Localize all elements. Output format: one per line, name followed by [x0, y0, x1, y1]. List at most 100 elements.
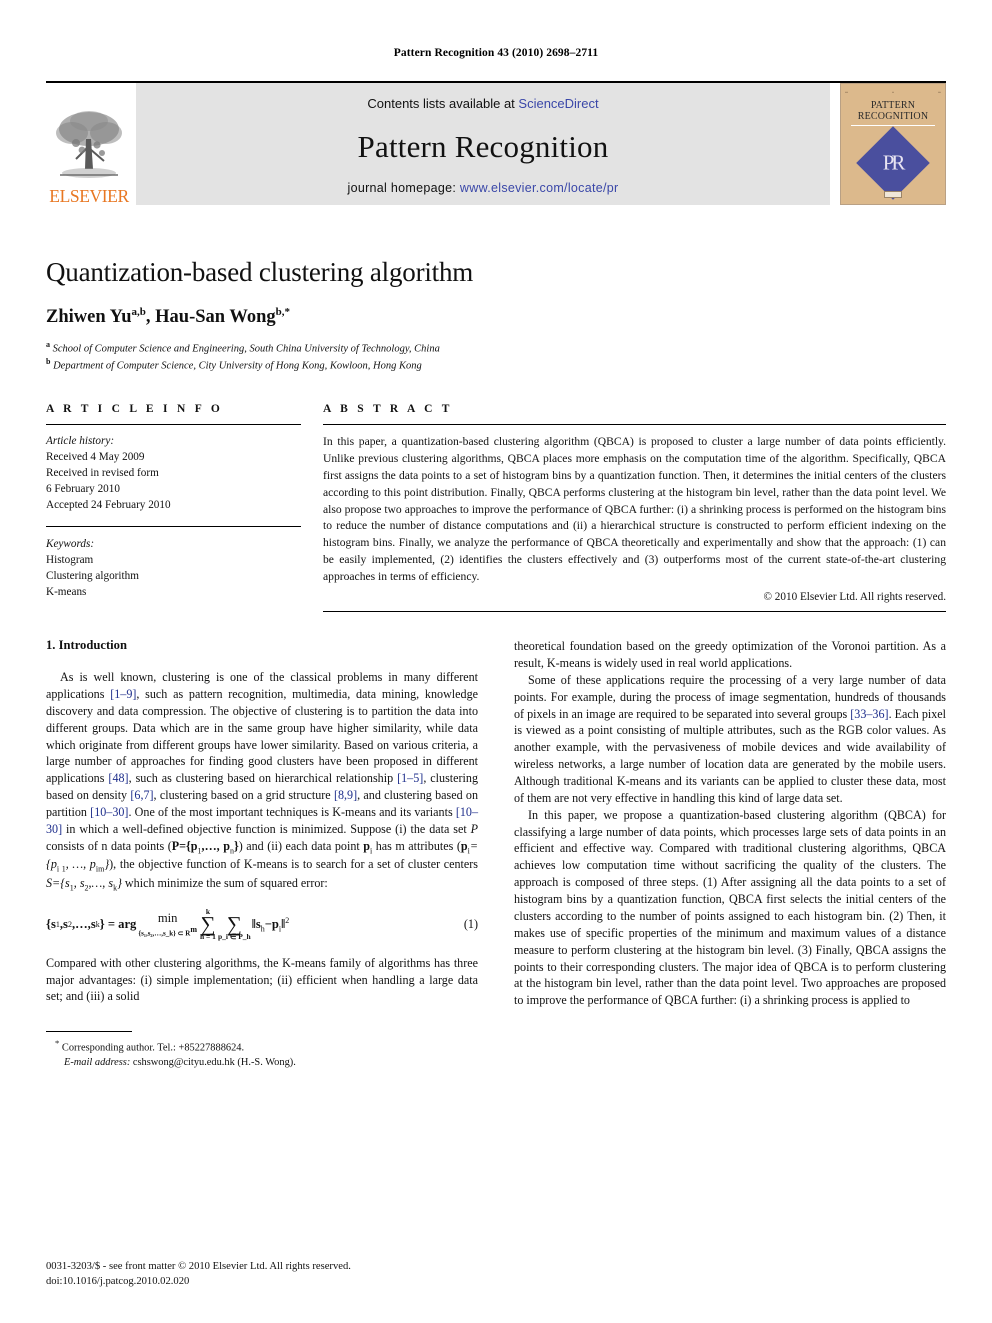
cover-monogram-text: PR [883, 150, 903, 175]
math-S-mid2: ,…, s [88, 875, 114, 890]
article-title: Quantization-based clustering algorithm [46, 257, 474, 287]
keywords-label: Keywords: [46, 538, 95, 551]
cover-topbar-mid: ▪▪ [892, 91, 894, 94]
citation-ref[interactable]: [6,7] [130, 788, 153, 802]
math-pi2-mid2: , …, p [65, 857, 96, 872]
history-item: Received 4 May 2009 [46, 450, 145, 463]
cover-topbar: ▪▪▪ ▪▪ ▪▪▪ [845, 89, 941, 96]
history-item: 6 February 2010 [46, 482, 120, 495]
equation-1-number: (1) [463, 917, 478, 932]
elsevier-tree-icon [53, 103, 125, 186]
paragraph-applications: Some of these applications require the p… [514, 672, 946, 807]
journal-homepage-line: journal homepage: www.elsevier.com/locat… [348, 181, 619, 195]
citation-ref[interactable]: [1–9] [110, 687, 136, 701]
body-two-column-region: 1. Introduction As is well known, cluste… [46, 638, 946, 1070]
article-info-top-rule [46, 423, 301, 425]
footnote-email-value[interactable]: cshswong@cityu.edu.hk (H.-S. Wong). [130, 1057, 296, 1068]
journal-homepage-link[interactable]: www.elsevier.com/locate/pr [460, 181, 619, 195]
article-history-label: Article history: [46, 434, 115, 447]
keyword-item: Clustering algorithm [46, 570, 139, 583]
body-left-column: 1. Introduction As is well known, cluste… [46, 638, 478, 1070]
equation-1-body: {s 1 ,s 2 ,…,s k} = arg min {s₁,s₂,…,s_k} ⊂ R… [46, 908, 289, 940]
sciencedirect-link[interactable]: ScienceDirect [518, 96, 598, 111]
info-abstract-region: A R T I C L E I N F O Article history: R… [46, 402, 947, 613]
intro-text-m: which minimize the sum of squared error: [121, 875, 328, 890]
citation-ref[interactable]: [8,9] [334, 788, 357, 802]
affiliation-a-text: School of Computer Science and Engineeri… [52, 343, 440, 355]
affiliation-a: a School of Computer Science and Enginee… [46, 340, 946, 356]
intro-text-l: ), the objective function of K-means is … [109, 857, 479, 872]
eq-term-mid: −p [264, 916, 279, 931]
footnote-email-label: E-mail address: [64, 1057, 131, 1069]
math-sub: i 1 [56, 864, 66, 874]
section-heading-introduction: 1. Introduction [46, 638, 127, 653]
intro-text-e: , clustering based on a grid structure [153, 788, 334, 803]
journal-title: Pattern Recognition [357, 128, 609, 164]
cover-title: PATTERN RECOGNITION [858, 100, 929, 122]
intro-text-h: in which a well-defined objective functi… [62, 821, 471, 836]
eq-lhs-m2: ,…,s [71, 917, 96, 932]
cover-title-line2: RECOGNITION [857, 111, 929, 123]
eq-argmin: min {s₁,s₂,…,s_k} ⊂ Rm [138, 912, 197, 937]
article-info-heading: A R T I C L E I N F O [46, 402, 224, 415]
citation-ref[interactable]: [48] [108, 771, 128, 785]
citation-ref[interactable]: [33–36] [850, 707, 888, 721]
page-footer: 0031-3203/$ - see front matter © 2010 El… [46, 1260, 351, 1289]
paragraph-proposal: In this paper, we propose a quantization… [514, 807, 946, 1008]
intro-text-c: , such as clustering based on hierarchic… [128, 771, 398, 786]
elsevier-wordmark: ELSEVIER [49, 185, 129, 206]
math-set-P: P={p [171, 838, 198, 853]
eq-min-label: min [157, 911, 178, 926]
keyword-item: Histogram [46, 554, 94, 567]
cover-monogram-diamond: PR [856, 126, 930, 201]
affiliation-b: b Department of Computer Science, City U… [46, 357, 946, 373]
contents-available-line: Contents lists available at ScienceDirec… [367, 96, 598, 111]
eq-lhs: {s [46, 917, 56, 932]
math-S-mid: , s [73, 875, 85, 890]
affiliation-b-text: Department of Computer Science, City Uni… [53, 360, 422, 372]
cover-title-line1: PATTERN [870, 100, 916, 111]
footnote-rule [46, 1031, 132, 1033]
math-set-P-mid: ,…, p [201, 838, 230, 853]
eq-lhs-m1: ,s [59, 917, 68, 932]
cover-topbar-left: ▪▪▪ [845, 91, 848, 94]
abstract-top-rule [323, 423, 946, 425]
abstract-column: A B S T R A C T In this paper, a quantiz… [323, 402, 947, 613]
title-block: Quantization-based clustering algorithm … [46, 257, 946, 373]
paragraph-continued: theoretical foundation based on the gree… [514, 639, 946, 671]
author-2-name: Hau-San Wong [155, 307, 276, 328]
eq-sum-outer: k ∑ h = 1 [200, 908, 216, 940]
applications-text-b: . Each pixel is viewed as a point consis… [514, 706, 947, 805]
intro-text-i: consists of n data points ( [46, 838, 172, 853]
history-item: Accepted 24 February 2010 [46, 498, 171, 511]
footer-issn-line: 0031-3203/$ - see front matter © 2010 El… [46, 1261, 351, 1273]
footer-doi-line[interactable]: doi:10.1016/j.patcog.2010.02.020 [46, 1275, 351, 1289]
citation-ref[interactable]: [1–5] [397, 771, 423, 785]
cover-bottom-badge [841, 191, 945, 198]
eq-sum-glyph: ∑ [200, 911, 216, 936]
footnote-corresponding-author: * Corresponding author. Tel.: +852278886… [46, 1038, 478, 1056]
eq-sum-inner: ∑ p_i ∈ P_h [218, 908, 251, 940]
body-right-column: theoretical foundation based on the gree… [514, 638, 946, 1009]
banner-center: Contents lists available at ScienceDirec… [136, 83, 830, 205]
eq-term: ‖sh−pi‖2 [252, 916, 290, 934]
history-item: Received in revised form [46, 466, 159, 479]
paper-page: Pattern Recognition 43 (2010) 2698–2711 [0, 0, 992, 1323]
citation-ref[interactable]: [10–30] [90, 805, 128, 819]
intro-text-g: . One of the most important techniques i… [128, 805, 456, 820]
keywords-block: Keywords: Histogram Clustering algorithm… [46, 537, 301, 601]
abstract-text: In this paper, a quantization-based clus… [323, 434, 946, 584]
paragraph-intro-1: As is well known, clustering is one of t… [46, 669, 478, 893]
eq-term-open: ‖s [251, 916, 261, 931]
abstract-heading: A B S T R A C T [323, 402, 453, 415]
author-list: Zhiwen Yua,b, Hau-San Wongb,* [46, 306, 946, 328]
cover-badge [884, 191, 902, 198]
footnote-corresponding-text: Corresponding author. Tel.: +85227888624… [59, 1042, 245, 1054]
abstract-copyright: © 2010 Elsevier Ltd. All rights reserved… [763, 591, 947, 604]
footnote-email-line: E-mail address: cshswong@cityu.edu.hk (H… [46, 1056, 478, 1070]
footnote-block: * Corresponding author. Tel.: +852278886… [46, 1031, 478, 1070]
affiliation-a-marker: a [46, 340, 50, 350]
eq-sup: 2 [285, 915, 290, 925]
eq-min-constraint-sup: m [190, 924, 197, 934]
journal-cover-thumbnail: ▪▪▪ ▪▪ ▪▪▪ PATTERN RECOGNITION PR [840, 83, 946, 205]
